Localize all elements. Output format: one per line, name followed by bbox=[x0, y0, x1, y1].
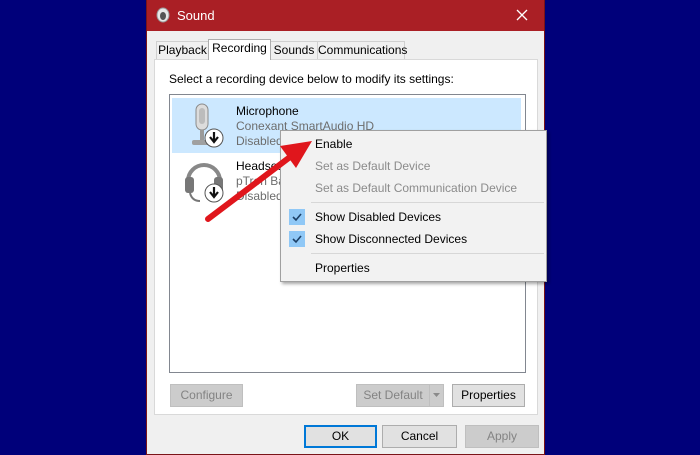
menu-item-label: Set as Default Device bbox=[315, 159, 431, 173]
ok-button[interactable]: OK bbox=[304, 425, 377, 448]
device-status: Disabled bbox=[236, 189, 283, 203]
disabled-down-arrow-icon bbox=[204, 128, 224, 148]
instruction-text: Select a recording device below to modif… bbox=[169, 72, 454, 86]
microphone-icon bbox=[192, 103, 224, 148]
menu-separator bbox=[311, 253, 544, 254]
menu-item-label: Set as Default Communication Device bbox=[315, 181, 518, 195]
menu-item-set-default-device[interactable]: Set as Default Device bbox=[282, 155, 545, 177]
device-description: pTron Ba bbox=[236, 174, 285, 188]
set-default-dropdown[interactable] bbox=[429, 384, 444, 407]
menu-item-show-disconnected-devices[interactable]: Show Disconnected Devices bbox=[282, 228, 545, 250]
disabled-down-arrow-icon bbox=[204, 183, 224, 203]
menu-item-set-default-communication-device[interactable]: Set as Default Communication Device bbox=[282, 177, 545, 199]
menu-item-label: Properties bbox=[315, 261, 370, 275]
menu-item-label: Show Disconnected Devices bbox=[315, 232, 468, 246]
checkmark-icon bbox=[289, 209, 305, 225]
device-name: Headset bbox=[236, 159, 281, 173]
close-icon[interactable] bbox=[500, 0, 544, 31]
menu-item-label: Enable bbox=[315, 137, 353, 151]
headset-icon bbox=[185, 163, 224, 203]
menu-item-label: Show Disabled Devices bbox=[315, 210, 442, 224]
checkmark-icon bbox=[289, 231, 305, 247]
set-default-button[interactable]: Set Default bbox=[356, 384, 430, 407]
tab-recording[interactable]: Recording bbox=[208, 39, 271, 60]
context-menu: Enable Set as Default Device Set as Defa… bbox=[280, 130, 547, 282]
menu-separator bbox=[311, 202, 544, 203]
device-status: Disabled bbox=[236, 134, 283, 148]
window-title: Sound bbox=[177, 8, 215, 23]
apply-button[interactable]: Apply bbox=[465, 425, 539, 448]
menu-item-show-disabled-devices[interactable]: Show Disabled Devices bbox=[282, 206, 545, 228]
device-name: Microphone bbox=[236, 104, 299, 118]
speaker-icon bbox=[156, 7, 170, 23]
cancel-button[interactable]: Cancel bbox=[382, 425, 457, 448]
tab-sounds[interactable]: Sounds bbox=[270, 41, 318, 59]
properties-button[interactable]: Properties bbox=[452, 384, 525, 407]
configure-button[interactable]: Configure bbox=[170, 384, 243, 407]
tab-communications[interactable]: Communications bbox=[317, 41, 407, 59]
menu-item-enable[interactable]: Enable bbox=[282, 133, 545, 155]
menu-item-properties[interactable]: Properties bbox=[282, 257, 545, 279]
title-bar[interactable]: Sound bbox=[147, 0, 544, 31]
chevron-down-icon bbox=[433, 393, 440, 397]
tab-playback[interactable]: Playback bbox=[156, 41, 209, 59]
